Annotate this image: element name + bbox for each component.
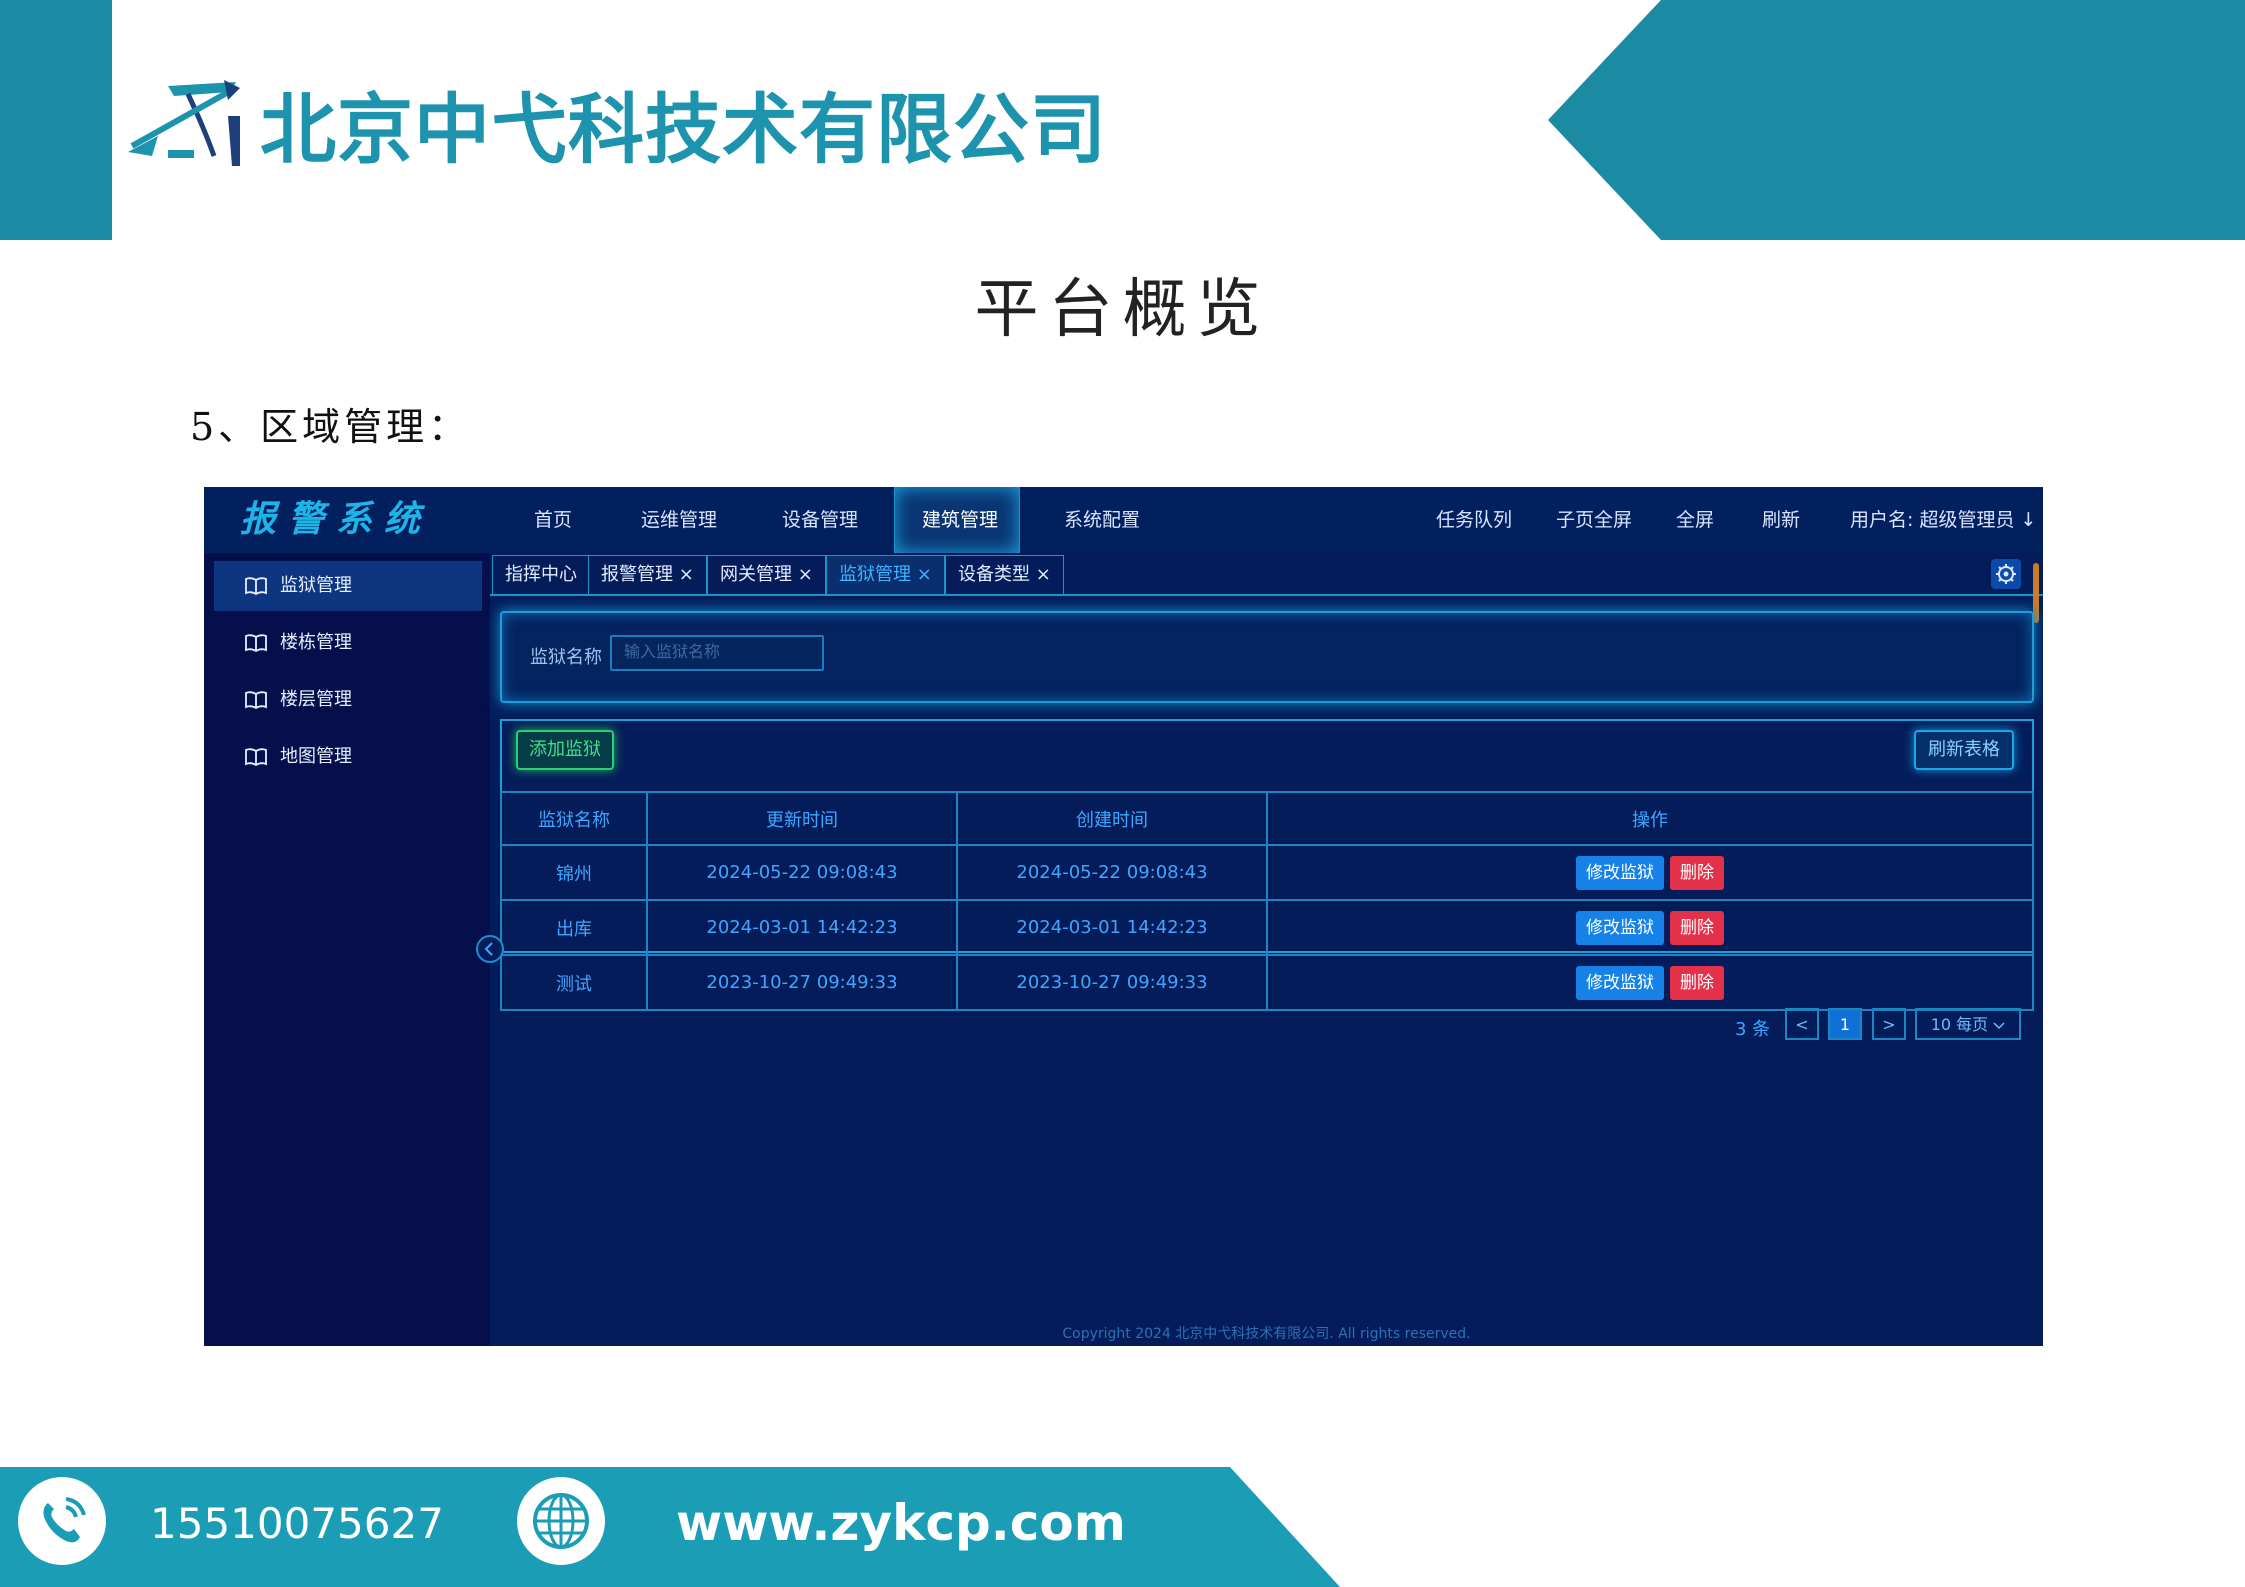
delete-button[interactable]: 删除 bbox=[1670, 910, 1724, 945]
search-label: 监狱名称 bbox=[530, 647, 602, 668]
nav-config[interactable]: 系统配置 bbox=[1064, 487, 1140, 553]
sidebar bbox=[204, 553, 490, 1346]
prison-name-search-input[interactable] bbox=[610, 635, 824, 671]
app-screenshot: 报警系统 首页 运维管理 设备管理 建筑管理 系统配置 任务队列 子页全屏 全屏… bbox=[204, 487, 2043, 1346]
book-icon bbox=[245, 634, 267, 653]
chevron-down-icon bbox=[1993, 1022, 2005, 1030]
settings-button[interactable] bbox=[1991, 559, 2021, 589]
cell-created: 2024-05-22 09:08:43 bbox=[956, 844, 1268, 901]
sidebar-item-label: 楼栋管理 bbox=[280, 632, 352, 653]
edit-prison-button[interactable]: 修改监狱 bbox=[1576, 965, 1664, 1000]
pager-total-count: 3 条 bbox=[1735, 1019, 1771, 1040]
table-row: 锦州 2024-05-22 09:08:43 2024-05-22 09:08:… bbox=[500, 844, 2034, 901]
table-header-row: 监狱名称 更新时间 创建时间 操作 bbox=[500, 791, 2034, 846]
nav-ops[interactable]: 运维管理 bbox=[641, 487, 717, 553]
column-header: 创建时间 bbox=[956, 791, 1268, 846]
delete-button[interactable]: 删除 bbox=[1670, 965, 1724, 1000]
refresh-table-button[interactable]: 刷新表格 bbox=[1914, 730, 2014, 770]
footer-phone: 15510075627 bbox=[150, 1499, 444, 1548]
cell-name: 出库 bbox=[500, 899, 648, 956]
refresh-button[interactable]: 刷新 bbox=[1762, 487, 1800, 553]
sidebar-item-label: 监狱管理 bbox=[280, 575, 352, 596]
book-icon bbox=[245, 577, 267, 596]
cell-actions: 修改监狱 删除 bbox=[1266, 954, 2034, 1011]
sidebar-item-prisons[interactable]: 监狱管理 bbox=[214, 561, 482, 611]
nav-devices[interactable]: 设备管理 bbox=[782, 487, 858, 553]
delete-button[interactable]: 删除 bbox=[1670, 855, 1724, 890]
sidebar-item-maps[interactable]: 地图管理 bbox=[214, 732, 482, 782]
user-menu[interactable]: 用户名: 超级管理员 ↓ bbox=[1850, 487, 2036, 553]
tab-device-types[interactable]: 设备类型 × bbox=[945, 555, 1064, 594]
column-header: 操作 bbox=[1266, 791, 2034, 846]
tab-command-center[interactable]: 指挥中心 bbox=[492, 555, 590, 594]
table-row: 出库 2024-03-01 14:42:23 2024-03-01 14:42:… bbox=[500, 899, 2034, 956]
cell-updated: 2024-05-22 09:08:43 bbox=[646, 844, 958, 901]
tab-gateways[interactable]: 网关管理 × bbox=[707, 555, 826, 594]
cell-name: 测试 bbox=[500, 954, 648, 1011]
cell-created: 2023-10-27 09:49:33 bbox=[956, 954, 1268, 1011]
cell-name: 锦州 bbox=[500, 844, 648, 901]
tab-prisons[interactable]: 监狱管理 × bbox=[826, 555, 945, 594]
nav-buildings[interactable]: 建筑管理 bbox=[922, 487, 998, 553]
cell-created: 2024-03-01 14:42:23 bbox=[956, 899, 1268, 956]
nav-home[interactable]: 首页 bbox=[534, 487, 572, 553]
company-logo-icon bbox=[128, 80, 240, 166]
table-row: 测试 2023-10-27 09:49:33 2023-10-27 09:49:… bbox=[500, 954, 2034, 1011]
page-size-value: 10 每页 bbox=[1930, 1015, 1989, 1034]
app-title: 报警系统 bbox=[240, 499, 433, 540]
edit-prison-button[interactable]: 修改监狱 bbox=[1576, 910, 1664, 945]
book-icon bbox=[245, 748, 267, 767]
company-name: 北京中弋科技术有限公司 bbox=[260, 85, 1107, 174]
pager-next-button[interactable]: > bbox=[1872, 1008, 1906, 1040]
prison-table: 监狱名称 更新时间 创建时间 操作 锦州 2024-05-22 09:08:43… bbox=[500, 791, 2034, 1011]
chevron-left-icon bbox=[484, 942, 493, 956]
tab-alarms[interactable]: 报警管理 × bbox=[588, 555, 707, 594]
sidebar-item-floors[interactable]: 楼层管理 bbox=[214, 675, 482, 725]
globe-icon bbox=[517, 1477, 605, 1565]
sidebar-item-label: 地图管理 bbox=[280, 746, 352, 767]
gear-icon bbox=[1996, 564, 2016, 584]
cell-actions: 修改监狱 删除 bbox=[1266, 844, 2034, 901]
header-right-shape bbox=[1548, 0, 2245, 240]
subpage-fullscreen-button[interactable]: 子页全屏 bbox=[1556, 487, 1632, 553]
add-prison-button[interactable]: 添加监狱 bbox=[516, 730, 614, 770]
fullscreen-button[interactable]: 全屏 bbox=[1676, 487, 1714, 553]
footer-website[interactable]: www.zykcp.com bbox=[676, 1492, 1126, 1554]
sidebar-collapse-button[interactable] bbox=[476, 935, 504, 963]
column-header: 监狱名称 bbox=[500, 791, 648, 846]
header-left-bar bbox=[0, 0, 112, 240]
pager-page-1[interactable]: 1 bbox=[1828, 1008, 1862, 1040]
copyright-text: Copyright 2024 北京中弋科技术有限公司. All rights r… bbox=[1062, 1326, 1471, 1342]
cell-updated: 2024-03-01 14:42:23 bbox=[646, 899, 958, 956]
task-queue-button[interactable]: 任务队列 bbox=[1436, 487, 1512, 553]
cell-updated: 2023-10-27 09:49:33 bbox=[646, 954, 958, 1011]
page-size-select[interactable]: 10 每页 bbox=[1915, 1008, 2021, 1040]
sidebar-item-label: 楼层管理 bbox=[280, 689, 352, 710]
edit-prison-button[interactable]: 修改监狱 bbox=[1576, 855, 1664, 890]
cell-actions: 修改监狱 删除 bbox=[1266, 899, 2034, 956]
pager-prev-button[interactable]: < bbox=[1785, 1008, 1819, 1040]
book-icon bbox=[245, 691, 267, 710]
section-heading: 5、区域管理： bbox=[190, 405, 471, 449]
sidebar-item-buildings[interactable]: 楼栋管理 bbox=[214, 618, 482, 668]
column-header: 更新时间 bbox=[646, 791, 958, 846]
page-title: 平台概览 bbox=[974, 273, 1271, 347]
phone-icon bbox=[18, 1477, 106, 1565]
